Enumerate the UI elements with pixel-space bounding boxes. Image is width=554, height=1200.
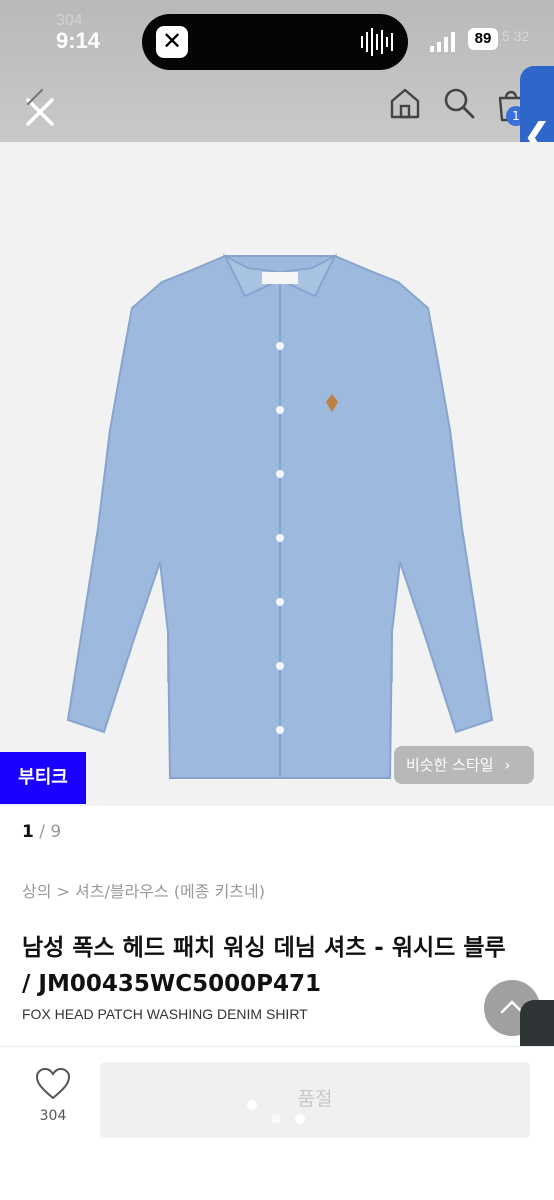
status-time: 9:14 [56,28,101,53]
image-counter-total: / 9 [33,822,62,842]
dynamic-island: ✕ [142,14,408,70]
search-icon[interactable] [442,86,476,120]
product-image-shirt [66,253,494,779]
soldout-button[interactable]: 품절 [100,1062,530,1138]
signal-icon [430,32,455,52]
brand-badge[interactable]: 부티크 [0,752,86,804]
battery-ghost-text: 5 32 [502,28,530,44]
product-image-area[interactable] [0,142,554,806]
audio-wave-icon [361,28,393,56]
bottom-safe-area [0,1140,554,1200]
heart-icon [35,1067,71,1100]
close-icon[interactable] [20,86,60,132]
like-button[interactable]: 304 [24,1067,82,1132]
capcut-icon: ✕ [156,26,188,58]
product-subtitle: FOX HEAD PATCH WASHING DENIM SHIRT [22,1006,308,1022]
battery-level: 89 [468,28,498,50]
chevron-right-icon: › [504,756,511,774]
image-counter: 1 / 9 [22,822,61,842]
battery-indicator: 89 [468,28,502,50]
similar-style-button[interactable]: 비슷한 스타일 › [394,746,534,784]
breadcrumb[interactable]: 상의 > 셔츠/블라우스 (메종 키츠네) [22,878,265,902]
similar-style-label: 비슷한 스타일 [406,756,494,774]
product-title: 남성 폭스 헤드 패치 워싱 데님 셔츠 - 워시드 블루 / JM00435W… [22,935,506,997]
page-indicator-dots [245,1100,315,1130]
home-icon[interactable] [388,86,422,120]
image-counter-current: 1 [22,822,34,842]
like-count: 304 [39,1108,67,1124]
